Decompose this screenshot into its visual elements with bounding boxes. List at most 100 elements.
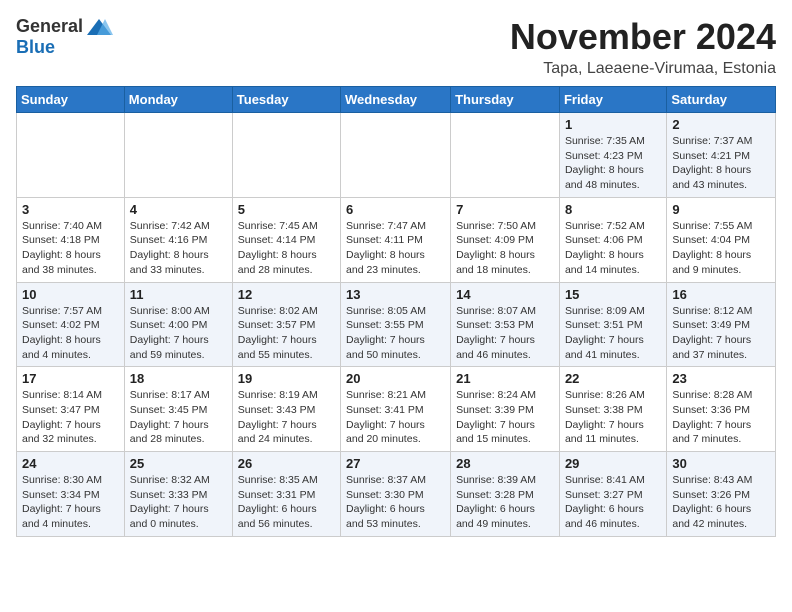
- calendar-cell-w4-d2: 19Sunrise: 8:19 AM Sunset: 3:43 PM Dayli…: [232, 367, 340, 452]
- calendar-cell-w1-d2: [232, 113, 340, 198]
- day-info: Sunrise: 7:55 AM Sunset: 4:04 PM Dayligh…: [672, 219, 770, 278]
- logo: General Blue: [16, 16, 113, 58]
- day-info: Sunrise: 8:00 AM Sunset: 4:00 PM Dayligh…: [130, 304, 227, 363]
- day-info: Sunrise: 8:02 AM Sunset: 3:57 PM Dayligh…: [238, 304, 335, 363]
- calendar-cell-w1-d5: 1 Sunrise: 7:35 AM Sunset: 4:23 PM Daylig…: [559, 113, 666, 198]
- day-info: Sunrise: 8:26 AM Sunset: 3:38 PM Dayligh…: [565, 388, 661, 447]
- day-number: 16: [672, 287, 770, 302]
- day-number: 17: [22, 371, 119, 386]
- page-container: General Blue November 2024 Tapa, Laeaene…: [16, 16, 776, 537]
- calendar-cell-w3-d3: 13 Sunrise: 8:05 AM Sunset: 3:55 PM Dayli…: [341, 282, 451, 367]
- day-number: 8: [565, 202, 661, 217]
- col-tuesday: Tuesday: [232, 87, 340, 113]
- calendar-week-2: 3Sunrise: 7:40 AM Sunset: 4:18 PM Daylig…: [17, 197, 776, 282]
- calendar-cell-w5-d4: 28 Sunrise: 8:39 AM Sunset: 3:28 PM Dayli…: [451, 452, 560, 537]
- calendar-header-row: Sunday Monday Tuesday Wednesday Thursday…: [17, 87, 776, 113]
- day-number: 23: [672, 371, 770, 386]
- day-number: 22: [565, 371, 661, 386]
- logo-icon: [85, 17, 113, 37]
- day-info: Sunrise: 7:45 AM Sunset: 4:14 PM Dayligh…: [238, 219, 335, 278]
- day-info: Sunrise: 8:21 AM Sunset: 3:41 PM Dayligh…: [346, 388, 445, 447]
- calendar-cell-w3-d1: 11 Sunrise: 8:00 AM Sunset: 4:00 PM Dayli…: [124, 282, 232, 367]
- calendar-week-1: 1 Sunrise: 7:35 AM Sunset: 4:23 PM Daylig…: [17, 113, 776, 198]
- day-info: Sunrise: 7:52 AM Sunset: 4:06 PM Dayligh…: [565, 219, 661, 278]
- day-number: 14: [456, 287, 554, 302]
- day-info: Sunrise: 8:19 AM Sunset: 3:43 PM Dayligh…: [238, 388, 335, 447]
- day-number: 27: [346, 456, 445, 471]
- calendar-cell-w4-d0: 17 Sunrise: 8:14 AM Sunset: 3:47 PM Dayli…: [17, 367, 125, 452]
- calendar-cell-w5-d0: 24 Sunrise: 8:30 AM Sunset: 3:34 PM Dayli…: [17, 452, 125, 537]
- col-saturday: Saturday: [667, 87, 776, 113]
- day-number: 28: [456, 456, 554, 471]
- location-subtitle: Tapa, Laeaene-Virumaa, Estonia: [510, 60, 776, 78]
- day-info: Sunrise: 7:50 AM Sunset: 4:09 PM Dayligh…: [456, 219, 554, 278]
- day-info: Sunrise: 7:37 AM Sunset: 4:21 PM Dayligh…: [672, 134, 770, 193]
- day-number: 15: [565, 287, 661, 302]
- day-info: Sunrise: 8:35 AM Sunset: 3:31 PM Dayligh…: [238, 473, 335, 532]
- day-info: Sunrise: 8:30 AM Sunset: 3:34 PM Dayligh…: [22, 473, 119, 532]
- calendar-cell-w4-d4: 21Sunrise: 8:24 AM Sunset: 3:39 PM Dayli…: [451, 367, 560, 452]
- day-info: Sunrise: 8:07 AM Sunset: 3:53 PM Dayligh…: [456, 304, 554, 363]
- col-monday: Monday: [124, 87, 232, 113]
- day-number: 12: [238, 287, 335, 302]
- day-number: 13: [346, 287, 445, 302]
- calendar-cell-w4-d6: 23 Sunrise: 8:28 AM Sunset: 3:36 PM Dayli…: [667, 367, 776, 452]
- day-number: 11: [130, 287, 227, 302]
- day-info: Sunrise: 8:32 AM Sunset: 3:33 PM Dayligh…: [130, 473, 227, 532]
- day-info: Sunrise: 8:14 AM Sunset: 3:47 PM Dayligh…: [22, 388, 119, 447]
- day-info: Sunrise: 7:47 AM Sunset: 4:11 PM Dayligh…: [346, 219, 445, 278]
- day-number: 25: [130, 456, 227, 471]
- calendar-cell-w5-d6: 30 Sunrise: 8:43 AM Sunset: 3:26 PM Dayli…: [667, 452, 776, 537]
- day-info: Sunrise: 8:39 AM Sunset: 3:28 PM Dayligh…: [456, 473, 554, 532]
- month-title: November 2024: [510, 16, 776, 58]
- calendar-cell-w1-d6: 2 Sunrise: 7:37 AM Sunset: 4:21 PM Daylig…: [667, 113, 776, 198]
- day-info: Sunrise: 8:17 AM Sunset: 3:45 PM Dayligh…: [130, 388, 227, 447]
- calendar-cell-w5-d3: 27 Sunrise: 8:37 AM Sunset: 3:30 PM Dayli…: [341, 452, 451, 537]
- calendar-cell-w3-d4: 14 Sunrise: 8:07 AM Sunset: 3:53 PM Dayli…: [451, 282, 560, 367]
- day-info: Sunrise: 8:12 AM Sunset: 3:49 PM Dayligh…: [672, 304, 770, 363]
- calendar-cell-w2-d5: 8 Sunrise: 7:52 AM Sunset: 4:06 PM Daylig…: [559, 197, 666, 282]
- day-number: 6: [346, 202, 445, 217]
- calendar-cell-w1-d4: [451, 113, 560, 198]
- calendar-cell-w2-d4: 7Sunrise: 7:50 AM Sunset: 4:09 PM Daylig…: [451, 197, 560, 282]
- calendar-week-5: 24 Sunrise: 8:30 AM Sunset: 3:34 PM Dayli…: [17, 452, 776, 537]
- day-number: 4: [130, 202, 227, 217]
- col-friday: Friday: [559, 87, 666, 113]
- calendar-cell-w5-d1: 25 Sunrise: 8:32 AM Sunset: 3:33 PM Dayli…: [124, 452, 232, 537]
- day-info: Sunrise: 8:37 AM Sunset: 3:30 PM Dayligh…: [346, 473, 445, 532]
- calendar-cell-w3-d0: 10 Sunrise: 7:57 AM Sunset: 4:02 PM Dayli…: [17, 282, 125, 367]
- day-number: 5: [238, 202, 335, 217]
- day-number: 2: [672, 117, 770, 132]
- day-number: 26: [238, 456, 335, 471]
- calendar-table: Sunday Monday Tuesday Wednesday Thursday…: [16, 86, 776, 537]
- day-number: 1: [565, 117, 661, 132]
- calendar-cell-w2-d2: 5 Sunrise: 7:45 AM Sunset: 4:14 PM Daylig…: [232, 197, 340, 282]
- day-info: Sunrise: 8:09 AM Sunset: 3:51 PM Dayligh…: [565, 304, 661, 363]
- calendar-cell-w3-d5: 15 Sunrise: 8:09 AM Sunset: 3:51 PM Dayli…: [559, 282, 666, 367]
- logo-blue-text: Blue: [16, 37, 55, 58]
- calendar-cell-w3-d6: 16 Sunrise: 8:12 AM Sunset: 3:49 PM Dayli…: [667, 282, 776, 367]
- day-number: 29: [565, 456, 661, 471]
- calendar-cell-w4-d3: 20 Sunrise: 8:21 AM Sunset: 3:41 PM Dayli…: [341, 367, 451, 452]
- title-section: November 2024 Tapa, Laeaene-Virumaa, Est…: [510, 16, 776, 78]
- day-info: Sunrise: 8:28 AM Sunset: 3:36 PM Dayligh…: [672, 388, 770, 447]
- calendar-cell-w1-d3: [341, 113, 451, 198]
- calendar-cell-w4-d5: 22 Sunrise: 8:26 AM Sunset: 3:38 PM Dayli…: [559, 367, 666, 452]
- calendar-cell-w1-d0: [17, 113, 125, 198]
- day-number: 10: [22, 287, 119, 302]
- day-number: 30: [672, 456, 770, 471]
- day-info: Sunrise: 8:43 AM Sunset: 3:26 PM Dayligh…: [672, 473, 770, 532]
- day-info: Sunrise: 8:05 AM Sunset: 3:55 PM Dayligh…: [346, 304, 445, 363]
- calendar-cell-w2-d6: 9Sunrise: 7:55 AM Sunset: 4:04 PM Daylig…: [667, 197, 776, 282]
- day-info: Sunrise: 7:57 AM Sunset: 4:02 PM Dayligh…: [22, 304, 119, 363]
- day-number: 3: [22, 202, 119, 217]
- day-info: Sunrise: 7:35 AM Sunset: 4:23 PM Dayligh…: [565, 134, 661, 193]
- day-number: 24: [22, 456, 119, 471]
- day-number: 20: [346, 371, 445, 386]
- day-info: Sunrise: 8:24 AM Sunset: 3:39 PM Dayligh…: [456, 388, 554, 447]
- header: General Blue November 2024 Tapa, Laeaene…: [16, 16, 776, 78]
- day-number: 18: [130, 371, 227, 386]
- day-info: Sunrise: 8:41 AM Sunset: 3:27 PM Dayligh…: [565, 473, 661, 532]
- col-wednesday: Wednesday: [341, 87, 451, 113]
- calendar-week-4: 17 Sunrise: 8:14 AM Sunset: 3:47 PM Dayli…: [17, 367, 776, 452]
